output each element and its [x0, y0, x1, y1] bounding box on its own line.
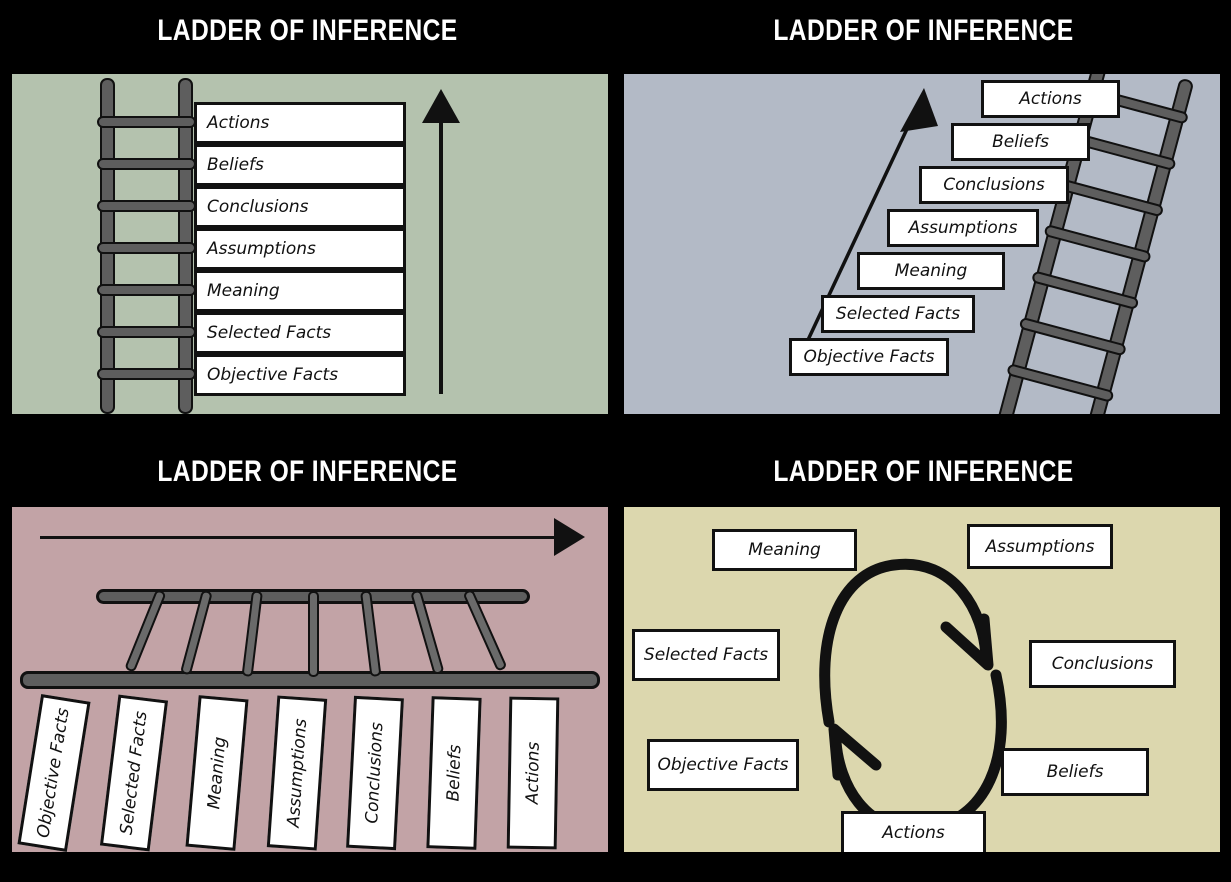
label-box[interactable]: Meaning — [194, 270, 406, 312]
panel-diagonal-ladder: LADDER OF INFERENCE Actions Beliefs Conc… — [616, 0, 1231, 441]
label-text: Meaning — [748, 540, 821, 560]
label-text: Selected Facts — [207, 323, 332, 343]
label-text: Actions — [1019, 89, 1082, 109]
label-text: Selected Facts — [835, 304, 961, 324]
label-box[interactable]: Actions — [981, 80, 1120, 118]
label-text: Meaning — [207, 281, 280, 301]
label-text: Conclusions — [943, 175, 1045, 195]
label-box[interactable]: Assumptions — [887, 209, 1039, 247]
ladder-rung — [97, 242, 196, 254]
right-arrow-shaft — [40, 536, 560, 539]
up-arrow-head-icon — [422, 89, 460, 123]
label-box[interactable]: Assumptions — [967, 524, 1113, 569]
label-text: Objective Facts — [33, 706, 75, 840]
label-text: Actions — [522, 741, 544, 805]
label-box[interactable]: Meaning — [185, 695, 249, 851]
label-box[interactable]: Objective Facts — [17, 694, 91, 852]
label-box[interactable]: Meaning — [857, 252, 1005, 290]
vertical-ladder — [92, 78, 202, 414]
panel4-title: LADDER OF INFERENCE — [773, 455, 1074, 488]
label-text: Conclusions — [207, 197, 309, 217]
panel1-title: LADDER OF INFERENCE — [157, 14, 458, 47]
label-box[interactable]: Actions — [194, 102, 406, 144]
label-box[interactable]: Selected Facts — [194, 312, 406, 354]
panel1-canvas: Actions Beliefs Conclusions Assumptions … — [12, 74, 608, 414]
label-text: Assumptions — [207, 239, 316, 259]
label-text: Objective Facts — [803, 347, 935, 367]
label-box[interactable]: Actions — [506, 696, 560, 850]
label-text: Assumptions — [985, 536, 1095, 557]
panel2-title: LADDER OF INFERENCE — [773, 14, 1074, 47]
label-box[interactable]: Beliefs — [951, 123, 1090, 161]
label-box[interactable]: Beliefs — [194, 144, 406, 186]
ladder-rung — [97, 158, 196, 170]
label-text: Conclusions — [362, 721, 388, 825]
panel3-canvas: Objective Facts Selected Facts Meaning A… — [12, 507, 608, 852]
ladder-rung — [308, 591, 319, 677]
ladder-rung — [97, 116, 196, 128]
label-text: Beliefs — [1046, 762, 1104, 782]
label-text: Selected Facts — [116, 710, 152, 836]
panel-cycle: LADDER OF INFERENCE Meaning Assumptions … — [616, 441, 1231, 882]
label-text: Actions — [882, 823, 945, 843]
ladder-rung — [97, 284, 196, 296]
label-text: Actions — [207, 113, 270, 133]
up-arrow-shaft — [439, 120, 443, 394]
label-box[interactable]: Beliefs — [426, 696, 482, 850]
panel-vertical-ladder: LADDER OF INFERENCE Actions Beliefs Conc… — [0, 0, 615, 441]
ladder-rung — [97, 368, 196, 380]
label-text: Beliefs — [443, 744, 465, 802]
label-box[interactable]: Conclusions — [346, 695, 404, 851]
label-box[interactable]: Objective Facts — [789, 338, 949, 376]
label-box[interactable]: Actions — [841, 811, 986, 852]
label-box[interactable]: Assumptions — [266, 695, 328, 851]
label-text: Assumptions — [283, 717, 311, 829]
label-box[interactable]: Conclusions — [1029, 640, 1176, 688]
label-text: Beliefs — [207, 155, 264, 175]
label-box[interactable]: Objective Facts — [194, 354, 406, 396]
ladder-rung — [97, 326, 196, 338]
label-box[interactable]: Objective Facts — [647, 739, 799, 791]
panel-horizontal-ladder: LADDER OF INFERENCE Objective Facts Sele… — [0, 441, 615, 882]
label-box[interactable]: Beliefs — [1001, 748, 1149, 796]
label-box[interactable]: Selected Facts — [821, 295, 975, 333]
label-box[interactable]: Selected Facts — [99, 694, 169, 852]
panel2-canvas: Actions Beliefs Conclusions Assumptions … — [624, 74, 1220, 414]
poster-sheet: LADDER OF INFERENCE Actions Beliefs Conc… — [0, 0, 1231, 882]
label-text: Objective Facts — [207, 365, 339, 385]
label-box[interactable]: Assumptions — [194, 228, 406, 270]
label-text: Meaning — [203, 735, 231, 811]
label-box[interactable]: Conclusions — [919, 166, 1069, 204]
label-text: Assumptions — [908, 218, 1018, 238]
label-text: Beliefs — [992, 132, 1049, 152]
right-arrow-head-icon — [554, 518, 585, 556]
ladder-rung — [97, 200, 196, 212]
panel3-title: LADDER OF INFERENCE — [157, 455, 458, 488]
label-text: Objective Facts — [657, 755, 789, 775]
label-box[interactable]: Conclusions — [194, 186, 406, 228]
label-box[interactable]: Meaning — [712, 529, 857, 571]
panel4-canvas: Meaning Assumptions Selected Facts Concl… — [624, 507, 1220, 852]
label-text: Conclusions — [1051, 654, 1154, 674]
label-text: Selected Facts — [643, 645, 769, 665]
label-text: Meaning — [894, 261, 968, 281]
label-box[interactable]: Selected Facts — [632, 629, 780, 681]
